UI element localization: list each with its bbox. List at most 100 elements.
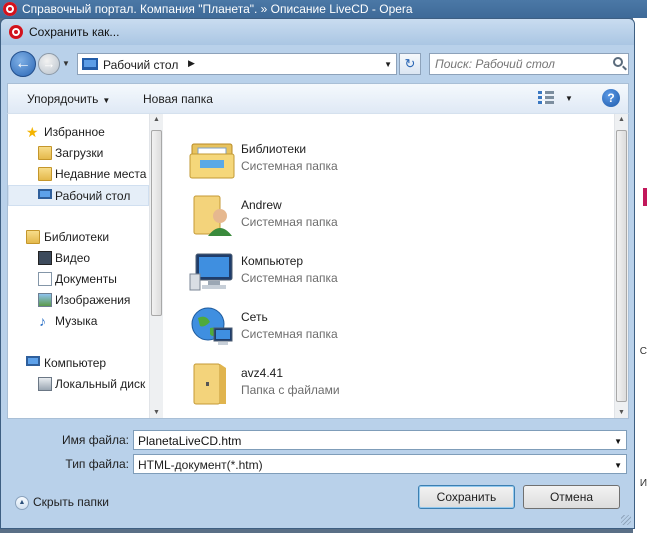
history-dropdown-icon[interactable]: ▼ (62, 59, 70, 68)
sidebar-item-label: Видео (55, 251, 91, 265)
sidebar-item-pictures[interactable]: Изображения (8, 290, 149, 311)
sidebar-item-libraries[interactable]: Библиотеки (8, 227, 149, 248)
chevron-up-icon: ▲ (15, 495, 29, 510)
sidebar-item-documents[interactable]: Документы (8, 269, 149, 290)
opera-logo-icon (9, 25, 23, 39)
pictures-icon (38, 293, 52, 307)
desktop-icon (82, 58, 98, 70)
command-toolbar: Упорядочить ▼ Новая папка ▼ ? (7, 83, 629, 113)
user-folder-icon (193, 195, 232, 236)
sidebar-item-label: Компьютер (44, 356, 107, 370)
filetype-select[interactable]: HTML-документ(*.htm) ▼ (133, 454, 627, 474)
file-type: Системная папка (241, 271, 338, 285)
star-icon: ★ (26, 124, 39, 140)
downloads-folder-icon (38, 146, 52, 160)
scroll-down-icon[interactable]: ▼ (153, 409, 160, 416)
chevron-down-icon[interactable]: ▼ (614, 437, 622, 446)
file-item-avz[interactable]: avz4.41 Папка с файлами (168, 354, 608, 410)
file-item-andrew[interactable]: Andrew Системная папка (168, 186, 608, 242)
background-text-fragment: И (639, 478, 647, 489)
file-type: Системная папка (241, 215, 338, 229)
help-button[interactable]: ? (602, 89, 620, 107)
hide-folders-label: Скрыть папки (33, 495, 109, 509)
sidebar-item-desktop[interactable]: Рабочий стол (8, 185, 149, 206)
address-dropdown-icon[interactable]: ▼ (384, 60, 392, 69)
file-item-libraries[interactable]: Библиотеки Системная папка (168, 130, 608, 186)
sidebar-item-music[interactable]: ♪ Музыка (8, 311, 149, 332)
file-name: avz4.41 (241, 366, 284, 380)
computer-icon (26, 356, 40, 366)
scroll-up-icon[interactable]: ▲ (618, 116, 625, 123)
filename-input[interactable] (138, 433, 598, 448)
file-name: Библиотеки (241, 142, 307, 156)
navigation-bar: ← → ▼ Рабочий стол ▶ ▼ ↻ (7, 47, 629, 81)
search-box[interactable] (429, 53, 629, 75)
file-name: Andrew (241, 198, 282, 212)
sidebar-item-label: Избранное (44, 125, 105, 139)
libraries-icon (26, 230, 40, 244)
organize-label: Упорядочить (27, 92, 99, 106)
file-list-scrollbar[interactable]: ▲ ▼ (614, 114, 628, 418)
organize-button[interactable]: Упорядочить ▼ (27, 92, 110, 106)
back-button[interactable]: ← (10, 51, 36, 77)
view-dropdown-icon[interactable]: ▼ (565, 94, 573, 103)
sidebar-item-label: Библиотеки (44, 230, 110, 244)
address-bar[interactable]: Рабочий стол ▶ ▼ (77, 53, 397, 75)
scrollbar-thumb[interactable] (616, 130, 627, 402)
sidebar-item-label: Музыка (55, 314, 98, 328)
filename-label: Имя файла: (62, 433, 129, 447)
background-accent (643, 188, 647, 206)
file-item-computer[interactable]: Компьютер Системная папка (168, 242, 608, 298)
filename-combobox[interactable]: ▼ (133, 430, 627, 450)
sidebar-item-downloads[interactable]: Загрузки (8, 143, 149, 164)
sidebar-item-favorites[interactable]: ★ Избранное (8, 122, 149, 143)
scroll-down-icon[interactable]: ▼ (618, 409, 625, 416)
sidebar-item-label: Локальный диск (55, 377, 146, 391)
change-view-icon[interactable] (538, 90, 554, 106)
sidebar-item-label: Загрузки (55, 146, 104, 160)
file-type: Папка с файлами (241, 383, 340, 397)
dialog-footer: ▲ Скрыть папки Сохранить Отмена (1, 481, 634, 528)
sidebar-item-computer[interactable]: Компьютер (8, 353, 149, 374)
search-icon[interactable] (613, 57, 623, 67)
sidebar-item-local-disk[interactable]: Локальный диск (8, 374, 149, 395)
computer-icon (189, 253, 233, 291)
resize-grip[interactable] (621, 515, 631, 525)
video-icon (38, 251, 52, 265)
file-name: Компьютер (241, 254, 304, 268)
file-item-network[interactable]: Сеть Системная папка (168, 298, 608, 354)
file-list: Библиотеки Системная папка Andrew Систем… (168, 114, 614, 418)
navigation-pane-scrollbar[interactable]: ▲ ▼ (149, 114, 163, 418)
chevron-down-icon: ▼ (102, 96, 111, 105)
opera-logo-icon (3, 2, 17, 16)
desktop-icon (38, 189, 52, 199)
network-icon (191, 307, 233, 345)
filetype-label: Тип файла: (65, 457, 129, 471)
save-button[interactable]: Сохранить (418, 485, 515, 509)
breadcrumb-chevron-icon[interactable]: ▶ (188, 58, 195, 69)
chevron-down-icon[interactable]: ▼ (614, 461, 622, 470)
sidebar-item-recent-places[interactable]: Недавние места (8, 164, 149, 185)
background-window-titlebar: Справочный портал. Компания "Планета". »… (0, 0, 647, 18)
music-icon: ♪ (39, 313, 46, 329)
cancel-button[interactable]: Отмена (523, 485, 620, 509)
navigation-pane: ★ Избранное Загрузки Недавние места Рабо… (8, 114, 163, 418)
address-location: Рабочий стол (103, 58, 179, 72)
sidebar-item-video[interactable]: Видео (8, 248, 149, 269)
background-window-title: Справочный портал. Компания "Планета". »… (22, 2, 413, 16)
new-folder-button[interactable]: Новая папка (143, 92, 213, 106)
dialog-titlebar[interactable]: Сохранить как... (1, 19, 634, 45)
scroll-up-icon[interactable]: ▲ (153, 116, 160, 123)
sidebar-item-label: Рабочий стол (55, 189, 131, 203)
file-type: Системная папка (241, 327, 338, 341)
sidebar-item-label: Недавние места (55, 167, 147, 181)
save-as-dialog: Сохранить как... ← → ▼ Рабочий стол ▶ ▼ … (0, 18, 635, 529)
hide-folders-button[interactable]: ▲ Скрыть папки (15, 495, 109, 510)
forward-button[interactable]: → (38, 53, 60, 75)
refresh-button[interactable]: ↻ (399, 53, 421, 75)
sidebar-item-label: Документы (55, 272, 117, 286)
scrollbar-thumb[interactable] (151, 130, 162, 316)
local-disk-icon (38, 377, 52, 391)
search-input[interactable] (435, 56, 600, 72)
dialog-title: Сохранить как... (29, 25, 120, 39)
